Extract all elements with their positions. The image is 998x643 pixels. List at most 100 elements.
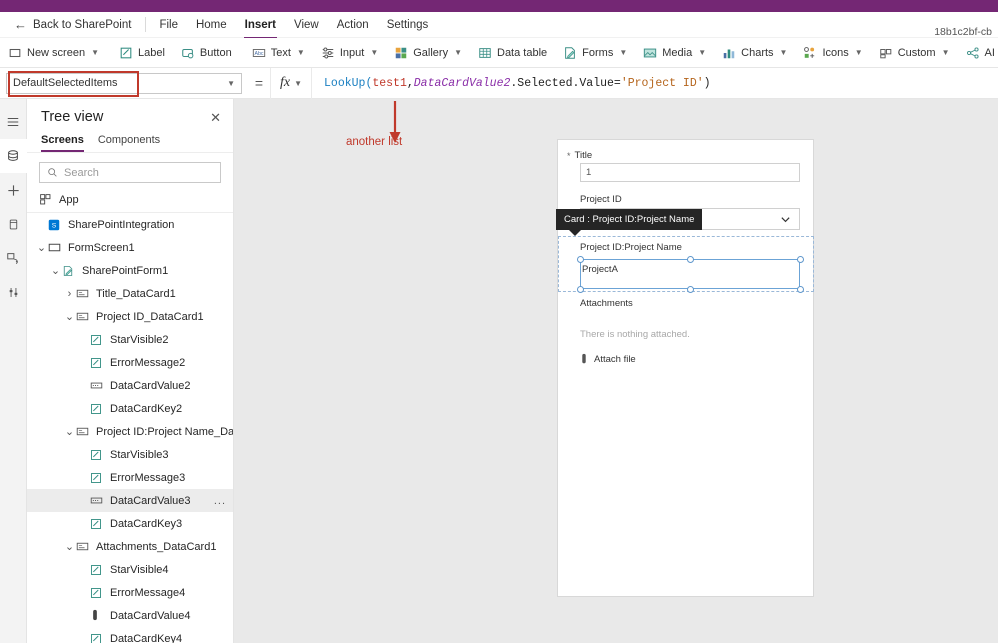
ribbon-button[interactable]: Button <box>173 38 240 67</box>
tree-node-attachments-datacard1[interactable]: ⌄ Attachments_DataCard1 <box>27 535 233 558</box>
design-canvas: another list * Title 1 Project ID Card :… <box>234 99 998 643</box>
chevron-right-icon[interactable]: › <box>63 288 76 300</box>
resize-handle-nw[interactable] <box>576 255 584 263</box>
ribbon-label-text: Media <box>662 46 693 59</box>
tree-node-errormessage4[interactable]: ErrorMessage4 <box>27 581 233 604</box>
tree-node-label: Project ID:Project Name_DataCard1 <box>96 425 234 438</box>
powerapps-studio-window: ← Back to SharePoint File Home Insert Vi… <box>0 0 998 643</box>
ribbon-forms[interactable]: Forms ▼ <box>555 38 635 67</box>
formula-input[interactable]: LookUp(test1,DataCardValue2.Selected.Val… <box>312 76 998 90</box>
data-sources-button[interactable] <box>0 139 27 173</box>
variables-button[interactable] <box>0 275 27 309</box>
chevron-down-icon[interactable]: ⌄ <box>49 264 62 277</box>
tree-node-datacardkey3[interactable]: DataCardKey3 <box>27 512 233 535</box>
left-icon-rail <box>0 99 27 643</box>
chevron-down-icon[interactable]: ⌄ <box>63 540 76 553</box>
menu-item-home[interactable]: Home <box>187 15 236 35</box>
title-field-input[interactable]: 1 <box>580 163 800 182</box>
tree-node-datacardvalue3[interactable]: DataCardValue3... <box>27 489 233 512</box>
label-control-icon <box>90 564 105 576</box>
tree-node-label: FormScreen1 <box>68 241 135 254</box>
tree-node-starvisible4[interactable]: StarVisible4 <box>27 558 233 581</box>
flows-icon <box>7 253 18 264</box>
menu-item-file[interactable]: File <box>150 15 187 35</box>
insert-ribbon: New screen ▼ Label Button Abc Text ▼ Inp… <box>0 38 998 68</box>
annotation-text: another list <box>346 136 403 148</box>
ribbon-label-text: Custom <box>897 46 936 59</box>
media-storage-button[interactable] <box>0 207 27 241</box>
resize-handle-ne[interactable] <box>796 255 804 263</box>
hamburger-menu-button[interactable] <box>0 105 27 139</box>
form-preview: * Title 1 Project ID Card : Project ID:P… <box>556 139 814 597</box>
ribbon-input[interactable]: Input ▼ <box>313 38 386 67</box>
attachments-empty-text: There is nothing attached. <box>580 329 690 340</box>
tree-node-label: DataCardKey4 <box>110 632 183 643</box>
ribbon-icons[interactable]: Icons ▼ <box>795 38 870 67</box>
insert-button[interactable] <box>0 173 27 207</box>
tree-view-header: Tree view ✕ <box>27 99 233 131</box>
attachments-label: Attachments <box>580 298 633 309</box>
attach-file-button[interactable]: Attach file <box>579 353 636 365</box>
project-name-label: Project ID:Project Name <box>580 242 682 253</box>
tree-node-starvisible2[interactable]: StarVisible2 <box>27 328 233 351</box>
card-icon <box>76 425 91 438</box>
tree-node-datacardvalue4[interactable]: DataCardValue4 <box>27 604 233 627</box>
ribbon-charts[interactable]: Charts ▼ <box>714 38 795 67</box>
chevron-down-icon: ▼ <box>227 78 235 88</box>
tree-node-label: StarVisible2 <box>110 333 169 346</box>
chevron-down-icon[interactable]: ⌄ <box>63 425 76 438</box>
tree-node-app[interactable]: App <box>27 187 233 213</box>
tree-node-project-id-datacard1[interactable]: ⌄ Project ID_DataCard1 <box>27 305 233 328</box>
tree-node-datacardkey2[interactable]: DataCardKey2 <box>27 397 233 420</box>
tab-components[interactable]: Components <box>98 131 160 152</box>
resize-handle-s[interactable] <box>686 285 694 293</box>
tree-node-sharepointform1[interactable]: ⌄ SharePointForm1 <box>27 259 233 282</box>
tree-node-label: DataCardValue2 <box>110 379 191 392</box>
ribbon-new-screen[interactable]: New screen ▼ <box>0 38 107 67</box>
ribbon-custom[interactable]: Custom ▼ <box>871 38 958 67</box>
ribbon-label[interactable]: Label <box>111 38 173 67</box>
chevron-down-icon[interactable]: ⌄ <box>35 241 48 254</box>
tree-search-input[interactable]: Search <box>39 162 221 183</box>
tree-node-formscreen1[interactable]: ⌄ FormScreen1 <box>27 236 233 259</box>
resize-handle-se[interactable] <box>796 285 804 293</box>
tab-screens[interactable]: Screens <box>41 131 84 152</box>
label-control-icon <box>90 449 105 461</box>
tree-node-context-menu[interactable]: ... <box>214 495 226 507</box>
combobox-icon <box>90 494 105 507</box>
property-selector-wrap: DefaultSelectedItems ▼ <box>0 68 248 99</box>
tree-node-starvisible3[interactable]: StarVisible3 <box>27 443 233 466</box>
search-icon <box>48 168 57 177</box>
ribbon-gallery[interactable]: Gallery ▼ <box>386 38 470 67</box>
tree-node-title-datacard1[interactable]: › Title_DataCard1 <box>27 282 233 305</box>
tree-node-errormessage2[interactable]: ErrorMessage2 <box>27 351 233 374</box>
ribbon-media[interactable]: Media ▼ <box>635 38 714 67</box>
ribbon-ai-builder[interactable]: AI Builder ▼ <box>958 38 998 67</box>
back-to-sharepoint-button[interactable]: ← Back to SharePoint <box>0 18 141 31</box>
ribbon-text[interactable]: Abc Text ▼ <box>244 38 313 67</box>
tree-node-datacardkey4[interactable]: DataCardKey4 <box>27 627 233 643</box>
close-icon[interactable]: ✕ <box>210 111 221 124</box>
ribbon-label-text: Text <box>270 46 291 59</box>
resize-handle-sw[interactable] <box>576 285 584 293</box>
menu-item-insert[interactable]: Insert <box>236 15 285 39</box>
property-selector[interactable]: DefaultSelectedItems ▼ <box>6 72 242 94</box>
tree-node-sharepointintegration[interactable]: S SharePointIntegration <box>27 213 233 236</box>
flows-button[interactable] <box>0 241 27 275</box>
fx-button[interactable]: fx ▼ <box>270 67 313 99</box>
chevron-down-icon[interactable]: ⌄ <box>63 310 76 323</box>
svg-text:Abc: Abc <box>254 51 263 57</box>
resize-handle-n[interactable] <box>686 255 694 263</box>
menu-item-view[interactable]: View <box>285 15 328 35</box>
tree-node-project-id-project-name-datacard1[interactable]: ⌄ Project ID:Project Name_DataCard1 <box>27 420 233 443</box>
menu-item-action[interactable]: Action <box>328 15 378 35</box>
chevron-down-icon: ▼ <box>779 48 788 57</box>
formula-function: LookUp( <box>324 76 373 90</box>
menu-item-settings[interactable]: Settings <box>378 15 438 35</box>
label-icon <box>120 47 132 58</box>
tree-node-errormessage3[interactable]: ErrorMessage3 <box>27 466 233 489</box>
ribbon-data-table[interactable]: Data table <box>470 38 555 67</box>
title-field-value: 1 <box>586 167 592 178</box>
tree-node-datacardvalue2[interactable]: DataCardValue2 <box>27 374 233 397</box>
tree-node-label: StarVisible3 <box>110 448 169 461</box>
